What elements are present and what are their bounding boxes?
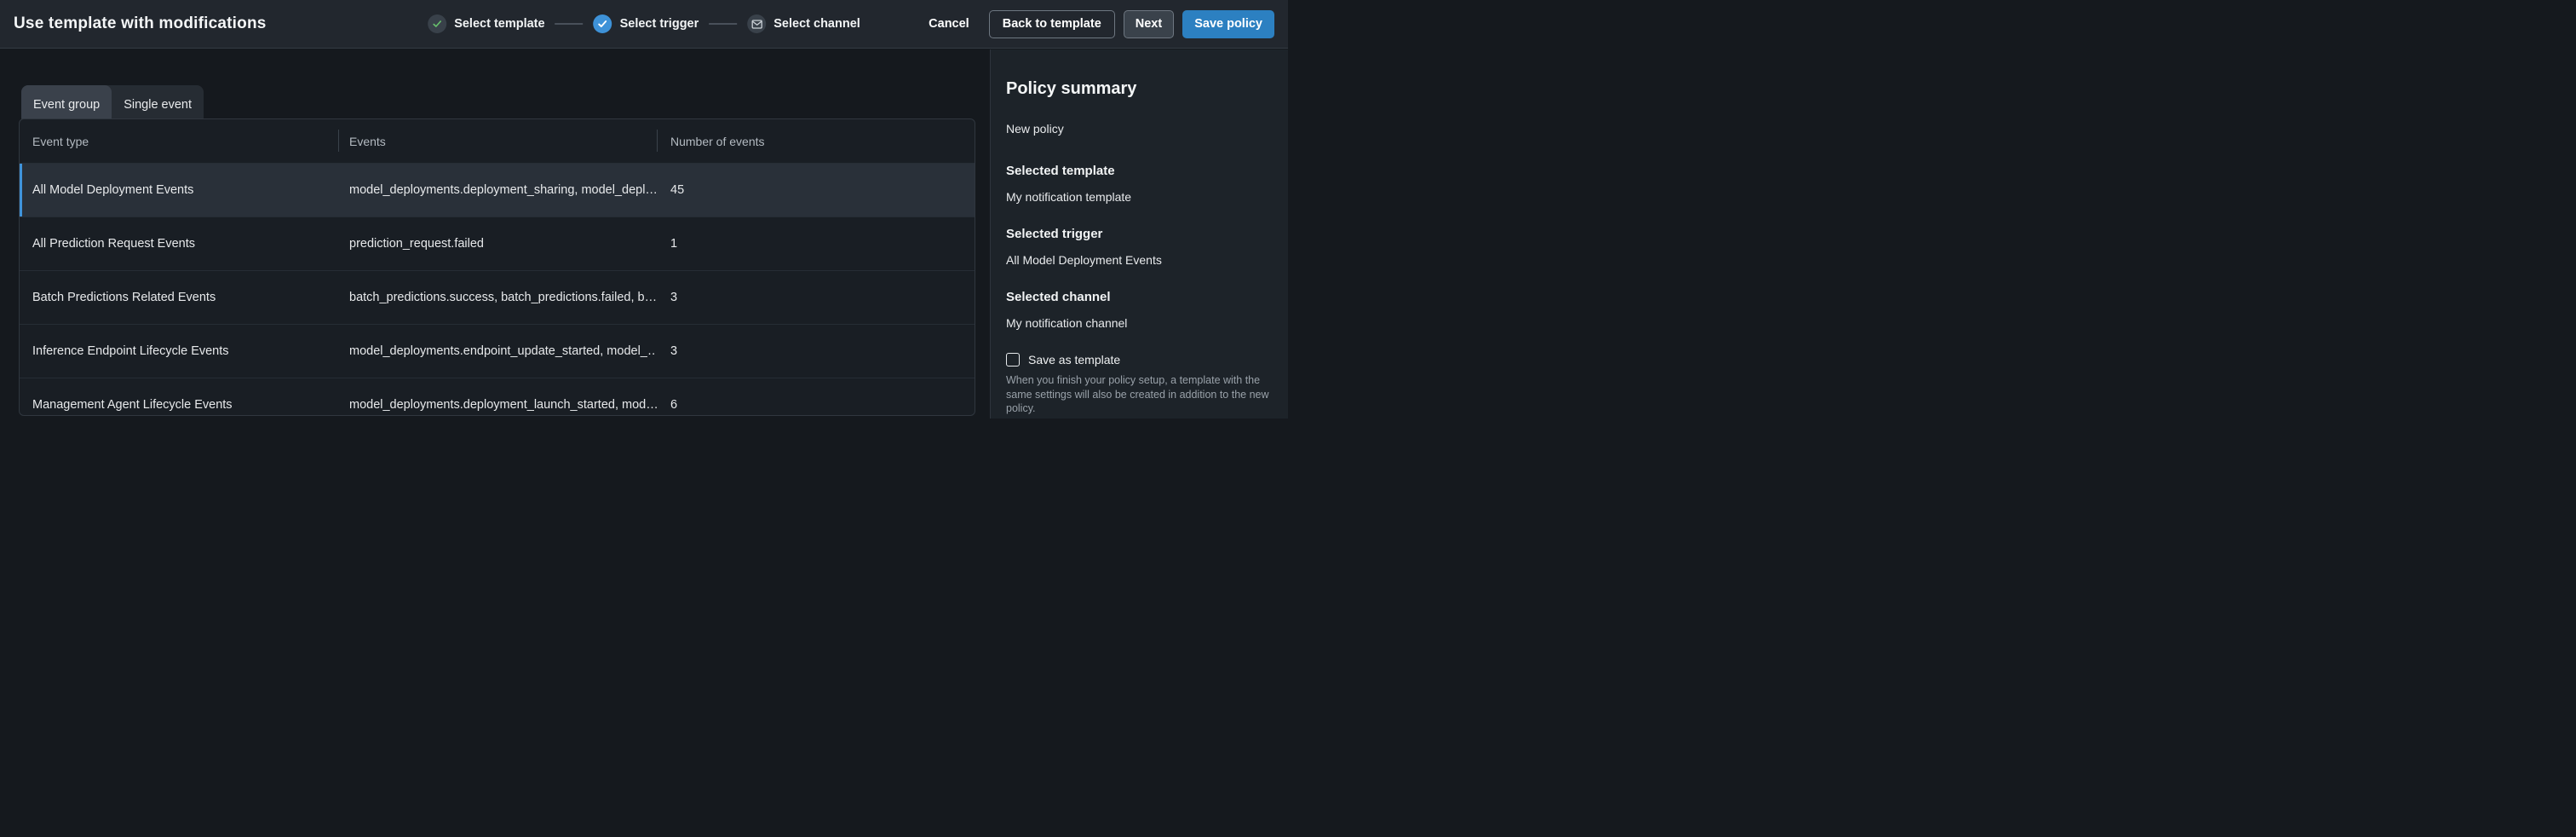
header: Use template with modifications Select t…: [0, 0, 1288, 49]
stepper: Select template Select trigger Select ch…: [428, 14, 860, 33]
next-button[interactable]: Next: [1124, 10, 1174, 38]
event-type-cell: Inference Endpoint Lifecycle Events: [20, 325, 338, 378]
page-title: Use template with modifications: [14, 14, 267, 33]
step-label: Select trigger: [620, 17, 699, 31]
table-header-row: Event type Events Number of events: [20, 119, 975, 163]
selected-channel-heading: Selected channel: [1006, 290, 1279, 305]
events-cell: model_deployments.endpoint_update_starte…: [338, 325, 657, 378]
selected-template-heading: Selected template: [1006, 164, 1279, 179]
step-select-channel: Select channel: [747, 14, 860, 33]
sidebar-title: Policy summary: [1006, 78, 1279, 99]
selected-trigger-heading: Selected trigger: [1006, 227, 1279, 242]
policy-name: New policy: [1006, 122, 1279, 136]
step-connector: [709, 23, 737, 25]
selected-channel-value: My notification channel: [1006, 316, 1279, 331]
save-as-template-row: Save as template: [1006, 353, 1279, 367]
policy-summary-sidebar: Policy summary New policy Selected templ…: [990, 49, 1288, 418]
step-label: Select template: [454, 17, 544, 31]
table-row[interactable]: All Prediction Request Events prediction…: [20, 216, 975, 270]
header-actions: Cancel Back to template Next Save policy: [920, 10, 1274, 38]
event-count-cell: 3: [657, 325, 975, 378]
event-count-cell: 45: [657, 164, 975, 216]
envelope-icon: [747, 14, 766, 33]
event-type-cell: All Prediction Request Events: [20, 217, 338, 270]
table-row[interactable]: Batch Predictions Related Events batch_p…: [20, 270, 975, 324]
main-content: Event group Single event Event type Even…: [0, 49, 989, 418]
check-icon: [594, 14, 612, 33]
cancel-button[interactable]: Cancel: [920, 10, 978, 38]
back-to-template-button[interactable]: Back to template: [989, 10, 1115, 38]
save-policy-button[interactable]: Save policy: [1182, 10, 1274, 38]
event-count-cell: 1: [657, 217, 975, 270]
event-type-cell: Management Agent Lifecycle Events: [20, 378, 338, 416]
events-cell: model_deployments.deployment_sharing, mo…: [338, 164, 657, 216]
step-label: Select channel: [773, 17, 860, 31]
events-cell: model_deployments.deployment_launch_star…: [338, 378, 657, 416]
step-select-trigger: Select trigger: [594, 14, 699, 33]
save-as-template-checkbox[interactable]: [1006, 353, 1020, 367]
column-header-events: Events: [338, 119, 657, 163]
save-as-template-label: Save as template: [1028, 353, 1120, 367]
step-connector: [555, 23, 584, 25]
check-icon: [428, 14, 446, 33]
selected-template-value: My notification template: [1006, 190, 1279, 205]
save-as-template-description: When you finish your policy setup, a tem…: [1006, 373, 1279, 416]
selected-trigger-value: All Model Deployment Events: [1006, 253, 1279, 268]
table-row[interactable]: Management Agent Lifecycle Events model_…: [20, 378, 975, 416]
event-count-cell: 6: [657, 378, 975, 416]
step-select-template: Select template: [428, 14, 544, 33]
events-cell: batch_predictions.success, batch_predict…: [338, 271, 657, 324]
table-row[interactable]: All Model Deployment Events model_deploy…: [20, 163, 975, 216]
event-count-cell: 3: [657, 271, 975, 324]
event-type-cell: All Model Deployment Events: [20, 164, 338, 216]
events-table: Event type Events Number of events All M…: [19, 118, 975, 416]
column-header-event-type: Event type: [20, 119, 338, 163]
events-cell: prediction_request.failed: [338, 217, 657, 270]
event-type-cell: Batch Predictions Related Events: [20, 271, 338, 324]
column-header-number-of-events: Number of events: [657, 119, 975, 163]
table-row[interactable]: Inference Endpoint Lifecycle Events mode…: [20, 324, 975, 378]
